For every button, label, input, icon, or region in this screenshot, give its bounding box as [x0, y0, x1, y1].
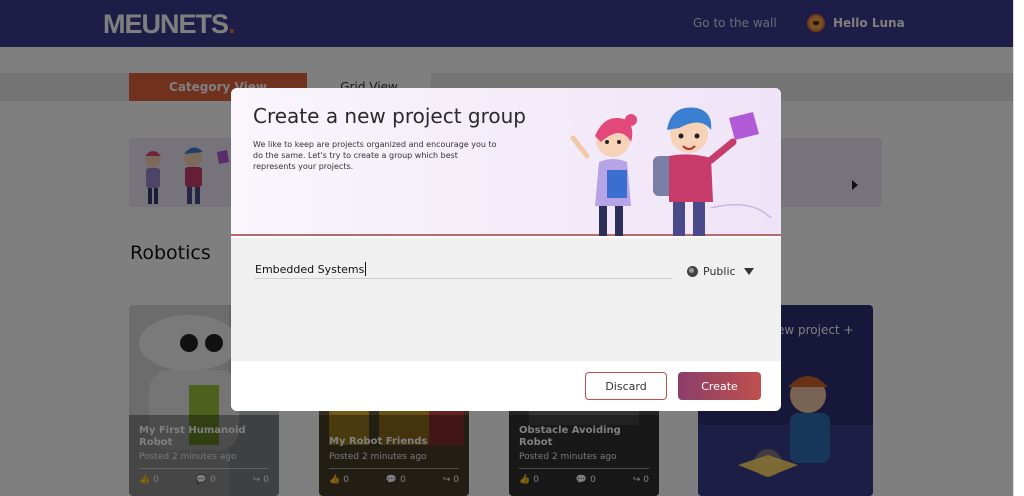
- visibility-value: Public: [703, 265, 736, 278]
- text-caret: [365, 262, 366, 276]
- scrollbar[interactable]: [1013, 0, 1024, 496]
- create-project-group-modal: Create a new project group We like to ke…: [231, 88, 781, 411]
- modal-title: Create a new project group: [253, 104, 526, 128]
- globe-icon: [687, 266, 698, 277]
- modal-footer: Discard Create: [231, 361, 781, 411]
- modal-description: We like to keep are projects organized a…: [253, 140, 497, 171]
- caret-down-icon: [743, 268, 754, 275]
- kids-illustration-icon: [570, 107, 772, 236]
- discard-button[interactable]: Discard: [585, 372, 667, 400]
- modal-header: Create a new project group We like to ke…: [231, 88, 781, 236]
- visibility-dropdown[interactable]: Public: [687, 265, 754, 278]
- modal-form: Public: [231, 238, 781, 361]
- create-button[interactable]: Create: [678, 372, 761, 400]
- group-name-input[interactable]: [254, 261, 672, 279]
